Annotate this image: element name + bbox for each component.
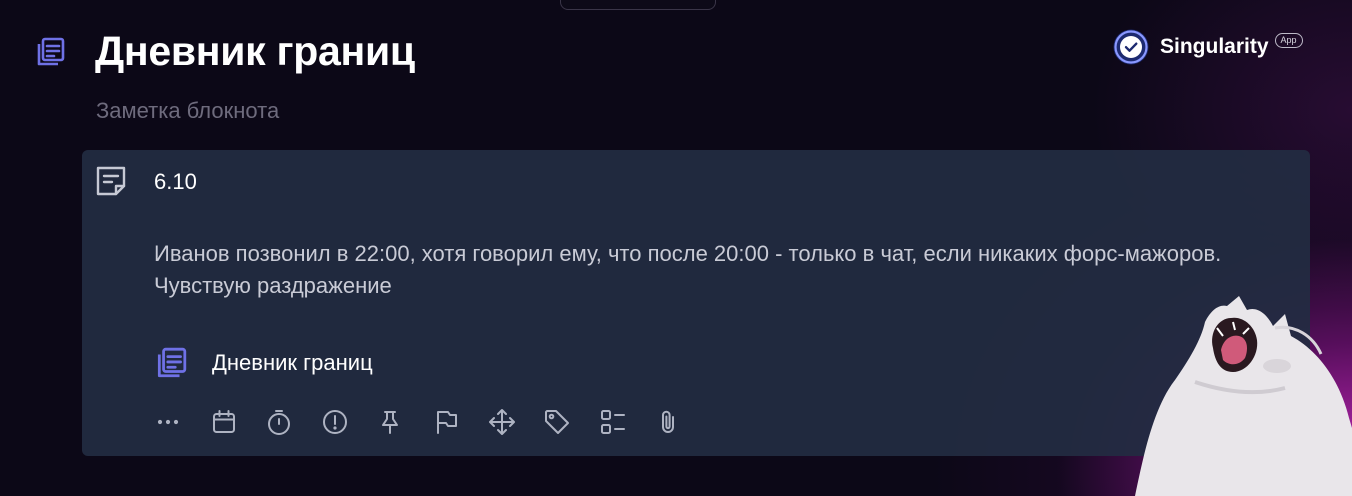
note-icon xyxy=(96,166,126,196)
priority-button[interactable] xyxy=(319,406,351,438)
move-icon xyxy=(488,409,515,435)
note-title[interactable]: 6.10 xyxy=(154,169,197,195)
screaming-cat-image xyxy=(1135,296,1352,496)
app-badge: App xyxy=(1274,32,1303,48)
notebook-icon xyxy=(37,37,65,66)
timer-button[interactable] xyxy=(263,406,295,438)
date-button[interactable] xyxy=(208,406,240,438)
notebook-icon xyxy=(157,347,187,378)
pin-button[interactable] xyxy=(374,406,406,438)
calendar-icon xyxy=(212,410,235,433)
timer-icon xyxy=(268,410,291,435)
notebook-label: Дневник границ xyxy=(212,350,373,375)
priority-icon xyxy=(322,410,347,434)
tag-button[interactable] xyxy=(541,406,573,438)
tag-icon xyxy=(545,410,570,434)
checklist-icon xyxy=(600,410,625,434)
attachment-icon xyxy=(662,410,675,433)
brand: Singularity App xyxy=(1112,28,1303,66)
top-handle[interactable] xyxy=(560,0,716,10)
page-title: Дневник границ xyxy=(95,28,415,74)
checklist-button[interactable] xyxy=(597,406,629,438)
more-button[interactable] xyxy=(152,406,184,438)
checkmark-circle-logo-icon xyxy=(1113,29,1149,65)
pin-icon xyxy=(382,411,399,434)
move-button[interactable] xyxy=(486,406,518,438)
note-card[interactable]: 6.10 Иванов позвонил в 22:00, хотя говор… xyxy=(82,150,1310,456)
attachment-button[interactable] xyxy=(652,406,684,438)
brand-name: Singularity xyxy=(1160,35,1269,58)
more-icon xyxy=(157,419,179,425)
note-body[interactable]: Иванов позвонил в 22:00, хотя говорил ем… xyxy=(154,238,1244,302)
page-subtitle: Заметка блокнота xyxy=(96,98,280,123)
note-toolbar xyxy=(152,406,708,438)
notebook-link[interactable]: Дневник границ xyxy=(154,346,373,380)
flag-icon xyxy=(436,411,457,434)
flag-button[interactable] xyxy=(430,406,462,438)
